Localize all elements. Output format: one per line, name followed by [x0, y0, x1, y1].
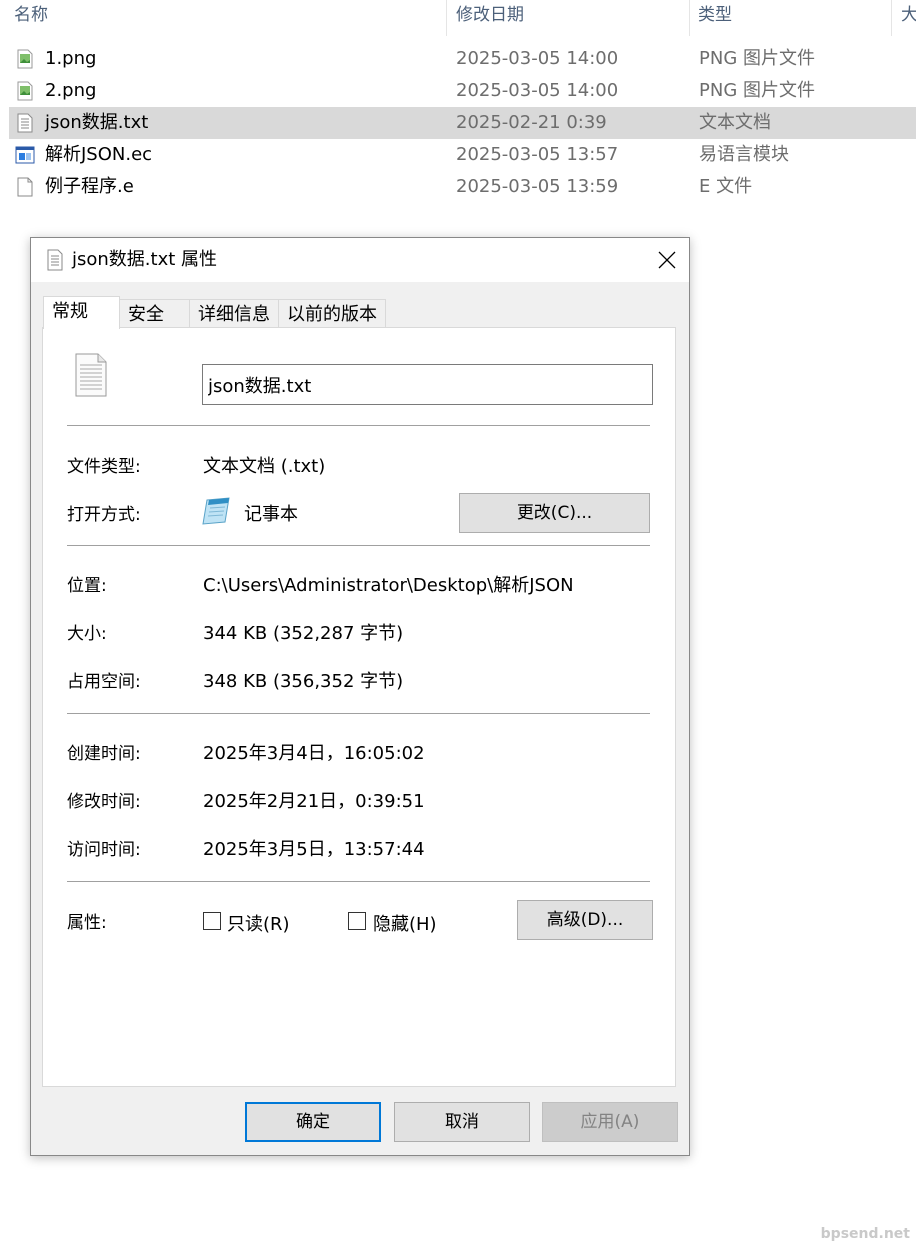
text-file-large-icon	[75, 353, 107, 397]
file-type: PNG 图片文件	[699, 48, 815, 69]
hidden-checkbox[interactable]	[348, 912, 366, 930]
file-row[interactable]: 例子程序.e 2025-03-05 13:59 E 文件	[9, 171, 916, 203]
text-file-icon	[17, 113, 33, 133]
file-row[interactable]: 解析JSON.ec 2025-03-05 13:57 易语言模块	[9, 139, 916, 171]
disk-size-label: 占用空间:	[67, 672, 141, 692]
readonly-label[interactable]: 只读(R)	[227, 910, 290, 936]
png-file-icon	[17, 81, 33, 101]
created-value: 2025年3月4日，16:05:02	[203, 743, 425, 764]
column-header-type[interactable]: 类型	[698, 0, 732, 34]
file-date: 2025-02-21 0:39	[456, 112, 607, 133]
apply-button: 应用(A)	[542, 1102, 678, 1142]
close-button[interactable]	[643, 238, 689, 282]
file-name: json数据.txt	[45, 112, 149, 133]
ok-button[interactable]: 确定	[245, 1102, 381, 1142]
location-label: 位置:	[67, 576, 107, 596]
hidden-label[interactable]: 隐藏(H)	[373, 910, 437, 936]
properties-dialog: json数据.txt 属性 常规 安全 详细信息 以前的版本 文件类型: 文本文…	[30, 237, 690, 1156]
column-header-name[interactable]: 名称	[14, 0, 48, 34]
ec-module-icon	[15, 146, 35, 164]
file-row[interactable]: 2.png 2025-03-05 14:00 PNG 图片文件	[9, 75, 916, 107]
file-name: 1.png	[45, 48, 97, 69]
notepad-icon	[202, 497, 230, 525]
png-file-icon	[17, 49, 33, 69]
close-icon	[658, 251, 676, 269]
file-type-label: 文件类型:	[67, 457, 141, 477]
change-button[interactable]: 更改(C)...	[459, 493, 650, 533]
divider	[67, 545, 650, 546]
attributes-label: 属性:	[67, 913, 107, 933]
file-date: 2025-03-05 14:00	[456, 80, 619, 101]
size-label: 大小:	[67, 624, 107, 644]
advanced-button[interactable]: 高级(D)...	[517, 900, 653, 940]
tab-security[interactable]: 安全	[119, 299, 190, 328]
divider	[67, 713, 650, 714]
column-header-date[interactable]: 修改日期	[456, 0, 524, 34]
size-value: 344 KB (352,287 字节)	[203, 623, 404, 644]
blank-file-icon	[17, 177, 33, 197]
divider	[67, 881, 650, 882]
modified-value: 2025年2月21日，0:39:51	[203, 791, 425, 812]
file-row-selected[interactable]: json数据.txt 2025-02-21 0:39 文本文档	[9, 107, 916, 139]
filename-input[interactable]	[202, 364, 653, 405]
tab-details[interactable]: 详细信息	[189, 299, 279, 328]
open-with-label: 打开方式:	[67, 505, 141, 525]
readonly-checkbox[interactable]	[203, 912, 221, 930]
open-with-value: 记事本	[244, 504, 298, 525]
dialog-title: json数据.txt 属性	[72, 249, 218, 270]
watermark: bpsend.net	[820, 1226, 910, 1242]
cancel-button[interactable]: 取消	[394, 1102, 530, 1142]
column-divider[interactable]	[446, 0, 447, 36]
text-file-icon	[47, 249, 63, 271]
file-row[interactable]: 1.png 2025-03-05 14:00 PNG 图片文件	[9, 43, 916, 75]
accessed-value: 2025年3月5日，13:57:44	[203, 839, 425, 860]
title-bar[interactable]: json数据.txt 属性	[31, 238, 689, 282]
file-name: 2.png	[45, 80, 97, 101]
column-divider[interactable]	[689, 0, 690, 36]
created-label: 创建时间:	[67, 744, 141, 764]
column-header-size[interactable]: 大	[901, 0, 916, 34]
file-name: 例子程序.e	[45, 176, 134, 197]
disk-size-value: 348 KB (356,352 字节)	[203, 671, 404, 692]
file-type: 文本文档	[699, 112, 771, 133]
file-type: PNG 图片文件	[699, 80, 815, 101]
location-value: C:\Users\Administrator\Desktop\解析JSON	[203, 575, 574, 596]
file-date: 2025-03-05 14:00	[456, 48, 619, 69]
tab-previous-versions[interactable]: 以前的版本	[278, 299, 386, 328]
file-type: E 文件	[699, 176, 753, 197]
file-type: 易语言模块	[699, 144, 789, 165]
file-date: 2025-03-05 13:59	[456, 176, 619, 197]
file-date: 2025-03-05 13:57	[456, 144, 619, 165]
divider	[67, 425, 650, 426]
tab-general[interactable]: 常规	[43, 296, 120, 329]
modified-label: 修改时间:	[67, 792, 141, 812]
file-type-value: 文本文档 (.txt)	[203, 456, 326, 477]
accessed-label: 访问时间:	[67, 840, 141, 860]
file-name: 解析JSON.ec	[45, 144, 153, 165]
column-divider[interactable]	[891, 0, 892, 36]
general-tab-panel: 文件类型: 文本文档 (.txt) 打开方式: 记事本 更改(C)... 位置:…	[42, 327, 676, 1087]
